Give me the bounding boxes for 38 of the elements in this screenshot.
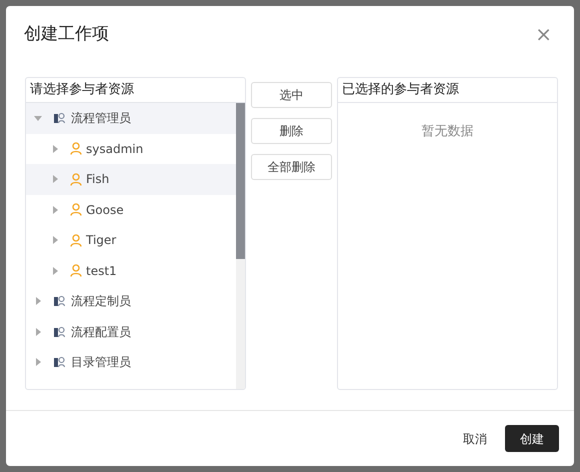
close-button[interactable]: × (531, 24, 556, 44)
empty-message: 暂无数据 (421, 124, 474, 139)
transfer-button[interactable]: 全部删除 (251, 154, 332, 180)
tree-item[interactable]: Tiger (26, 225, 236, 256)
user-group-icon (53, 295, 67, 308)
scrollbar-track[interactable] (236, 103, 246, 389)
user-icon (70, 203, 82, 216)
tree-item[interactable]: Goose (26, 194, 236, 225)
user-icon (70, 234, 82, 247)
dialog-title: 创建工作项 (24, 24, 109, 44)
user-group-icon (53, 112, 67, 124)
panel-title: 已选择的参与者资源 (338, 78, 557, 103)
tree-item[interactable]: 流程定制员 (26, 286, 236, 316)
user-group-icon (53, 326, 67, 338)
caret-right-icon[interactable] (34, 297, 42, 306)
user-icon (70, 172, 82, 186)
caret-right-icon[interactable] (51, 206, 59, 214)
caret-right-icon[interactable] (51, 144, 59, 153)
user-icon (70, 264, 82, 278)
tree-item[interactable]: Fish (26, 164, 236, 194)
caret-right-icon[interactable] (51, 266, 59, 275)
tree-item[interactable]: sysadmin (26, 134, 236, 164)
caret-down-icon[interactable] (34, 114, 42, 122)
create-button[interactable]: 创建 (505, 425, 559, 452)
cancel-button[interactable]: 取消 (457, 428, 493, 448)
tree-item[interactable]: 目录管理员 (26, 347, 236, 378)
transfer-button[interactable]: 删除 (251, 118, 332, 144)
caret-right-icon[interactable] (34, 328, 42, 336)
caret-right-icon[interactable] (51, 175, 59, 184)
tree-item[interactable]: 流程配置员 (26, 316, 236, 347)
tree-item[interactable]: test1 (26, 256, 236, 286)
scrollbar-thumb[interactable] (236, 103, 246, 259)
caret-right-icon[interactable] (51, 236, 59, 244)
user-group-icon (53, 356, 67, 368)
transfer-button[interactable]: 选中 (251, 82, 332, 108)
user-icon (70, 142, 82, 156)
tree-item[interactable]: 流程管理员 (26, 103, 236, 134)
caret-right-icon[interactable] (34, 358, 42, 366)
